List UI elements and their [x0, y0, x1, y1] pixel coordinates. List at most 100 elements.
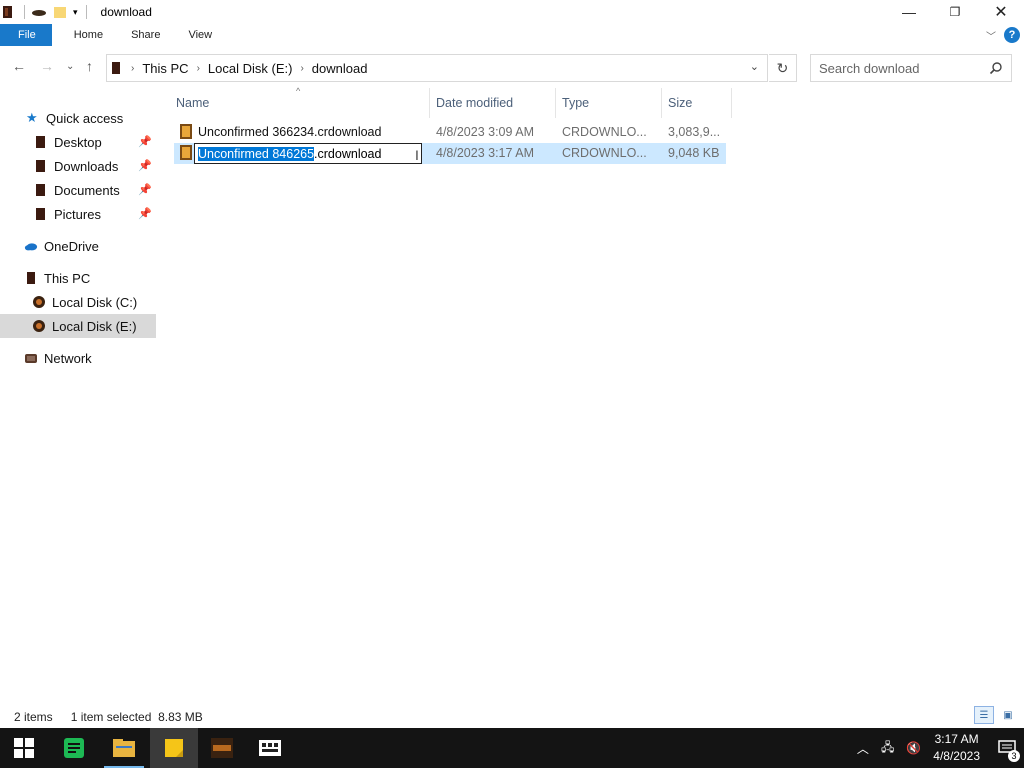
- breadcrumb-this-pc[interactable]: This PC: [142, 61, 188, 76]
- rename-input[interactable]: Unconfirmed 846265 .crdownload I: [194, 143, 422, 164]
- clock-time: 3:17 AM: [934, 732, 979, 746]
- file-date: 4/8/2023 3:09 AM: [436, 125, 534, 139]
- address-bar[interactable]: › This PC › Local Disk (E:) › download ⌄: [106, 54, 768, 82]
- restore-button[interactable]: ❐: [932, 0, 978, 24]
- text-cursor-icon: I: [415, 147, 419, 163]
- tab-share[interactable]: Share: [117, 24, 174, 46]
- search-input[interactable]: [819, 60, 979, 76]
- recent-locations-icon[interactable]: ⌄: [66, 61, 74, 72]
- breadcrumb-download[interactable]: download: [312, 61, 368, 76]
- nav-onedrive[interactable]: OneDrive: [0, 234, 156, 258]
- location-icon: [112, 62, 120, 74]
- desktop-folder-icon: [36, 136, 45, 148]
- taskbar-sticky-notes[interactable]: [150, 728, 198, 768]
- downloads-folder-icon: [36, 160, 45, 172]
- nav-downloads[interactable]: Downloads 📌: [0, 154, 156, 178]
- file-size: 3,083,9...: [668, 125, 721, 139]
- documents-folder-icon: [36, 184, 45, 196]
- pin-icon[interactable]: 📌: [138, 207, 152, 220]
- file-date: 4/8/2023 3:17 AM: [436, 146, 534, 160]
- window-title: download: [100, 5, 152, 19]
- taskbar-app[interactable]: [246, 728, 294, 768]
- customize-toolbar-icon[interactable]: ▾: [73, 7, 78, 18]
- close-button[interactable]: ✕: [978, 0, 1024, 24]
- expand-ribbon-icon[interactable]: ﹀: [986, 28, 996, 43]
- notification-count-badge: 3: [1008, 750, 1020, 762]
- up-arrow-icon[interactable]: ↑: [86, 58, 93, 74]
- rename-selected-text: Unconfirmed 846265: [198, 146, 315, 161]
- minimize-button[interactable]: —: [886, 0, 932, 24]
- refresh-icon: ↻: [776, 59, 789, 76]
- nav-local-disk-c[interactable]: Local Disk (C:): [0, 290, 156, 314]
- network-tray-icon[interactable]: 🖧: [881, 738, 894, 759]
- clock-date: 4/8/2023: [933, 749, 980, 763]
- taskbar-file-explorer[interactable]: [100, 728, 148, 768]
- chevron-right-icon[interactable]: ›: [300, 63, 303, 74]
- nav-desktop[interactable]: Desktop 📌: [0, 130, 156, 154]
- file-type: CRDOWNLO...: [562, 146, 647, 160]
- file-explorer-icon: [113, 739, 135, 757]
- large-icons-view-button[interactable]: ▣: [998, 706, 1018, 724]
- new-folder-icon[interactable]: [53, 5, 67, 19]
- back-arrow-icon[interactable]: ←: [12, 58, 26, 74]
- clock[interactable]: 3:17 AM 4/8/2023: [933, 731, 980, 765]
- taskbar: ︿ 🖧 🔇 3:17 AM 4/8/2023 3: [0, 728, 1024, 768]
- drive-icon: [33, 296, 45, 308]
- help-button[interactable]: ?: [1004, 27, 1020, 43]
- nav-network[interactable]: Network: [0, 346, 156, 370]
- app-icon: [259, 740, 281, 756]
- sticky-notes-icon: [165, 739, 183, 757]
- start-button[interactable]: [0, 728, 48, 768]
- action-center-button[interactable]: 3: [990, 728, 1024, 768]
- item-count: 2 items: [14, 710, 53, 724]
- column-name[interactable]: Name: [170, 88, 430, 118]
- chevron-right-icon[interactable]: ›: [131, 63, 134, 74]
- nav-pictures[interactable]: Pictures 📌: [0, 202, 156, 226]
- quick-access-toolbar: ▾ download: [0, 0, 152, 24]
- chevron-right-icon[interactable]: ›: [197, 63, 200, 74]
- pin-icon[interactable]: 📌: [138, 135, 152, 148]
- status-bar: 2 items 1 item selected 8.83 MB ☰ ▣: [0, 706, 1024, 728]
- volume-muted-icon[interactable]: 🔇: [906, 741, 921, 755]
- nav-quick-access[interactable]: ★ Quick access: [0, 106, 156, 130]
- start-icon: [14, 738, 34, 758]
- separator: [24, 5, 25, 19]
- nav-this-pc[interactable]: This PC: [0, 266, 156, 290]
- tab-file[interactable]: File: [0, 24, 52, 46]
- rename-extension-text: .crdownload: [314, 146, 382, 161]
- tab-home[interactable]: Home: [60, 24, 117, 46]
- pin-icon[interactable]: 📌: [138, 183, 152, 196]
- pin-icon[interactable]: 📌: [138, 159, 152, 172]
- ribbon: File Home Share View ﹀ ?: [0, 24, 1024, 46]
- file-row-selected[interactable]: Unconfirmed 846265 .crdownload I 4/8/2023…: [174, 143, 726, 164]
- taskbar-spotify[interactable]: [50, 728, 98, 768]
- search-box[interactable]: [810, 54, 1012, 82]
- file-row[interactable]: Unconfirmed 366234.crdownload 4/8/2023 3…: [174, 122, 726, 143]
- close-icon: ✕: [994, 4, 1008, 21]
- column-size[interactable]: Size: [662, 88, 732, 118]
- selection-info: 1 item selected 8.83 MB: [70, 710, 203, 724]
- file-name[interactable]: Unconfirmed 366234.crdownload: [198, 125, 381, 139]
- breadcrumb-local-disk-e[interactable]: Local Disk (E:): [208, 61, 293, 76]
- tab-view[interactable]: View: [174, 24, 226, 46]
- file-size: 9,048 KB: [668, 146, 720, 160]
- spotify-icon: [64, 738, 84, 758]
- refresh-button[interactable]: ↻: [769, 54, 797, 82]
- explorer-app-icon[interactable]: [2, 5, 16, 19]
- nav-documents[interactable]: Documents 📌: [0, 178, 156, 202]
- computer-icon: [27, 272, 35, 284]
- details-view-button[interactable]: ☰: [974, 706, 994, 724]
- nav-local-disk-e[interactable]: Local Disk (E:): [0, 314, 156, 338]
- taskbar-game[interactable]: [198, 728, 246, 768]
- properties-icon[interactable]: [31, 5, 47, 19]
- column-type[interactable]: Type: [556, 88, 662, 118]
- title-bar: ▾ download — ❐ ✕: [0, 0, 1024, 24]
- star-icon: ★: [26, 110, 38, 125]
- column-date-modified[interactable]: Date modified: [430, 88, 556, 118]
- forward-arrow-icon[interactable]: →: [40, 58, 54, 74]
- file-icon: [180, 124, 192, 139]
- navigation-bar: ← → ⌄ ↑ › This PC › Local Disk (E:) › do…: [0, 52, 1024, 84]
- chevron-down-icon[interactable]: ⌄: [750, 60, 759, 73]
- show-hidden-icons-icon[interactable]: ︿: [857, 740, 869, 757]
- game-icon: [211, 738, 233, 758]
